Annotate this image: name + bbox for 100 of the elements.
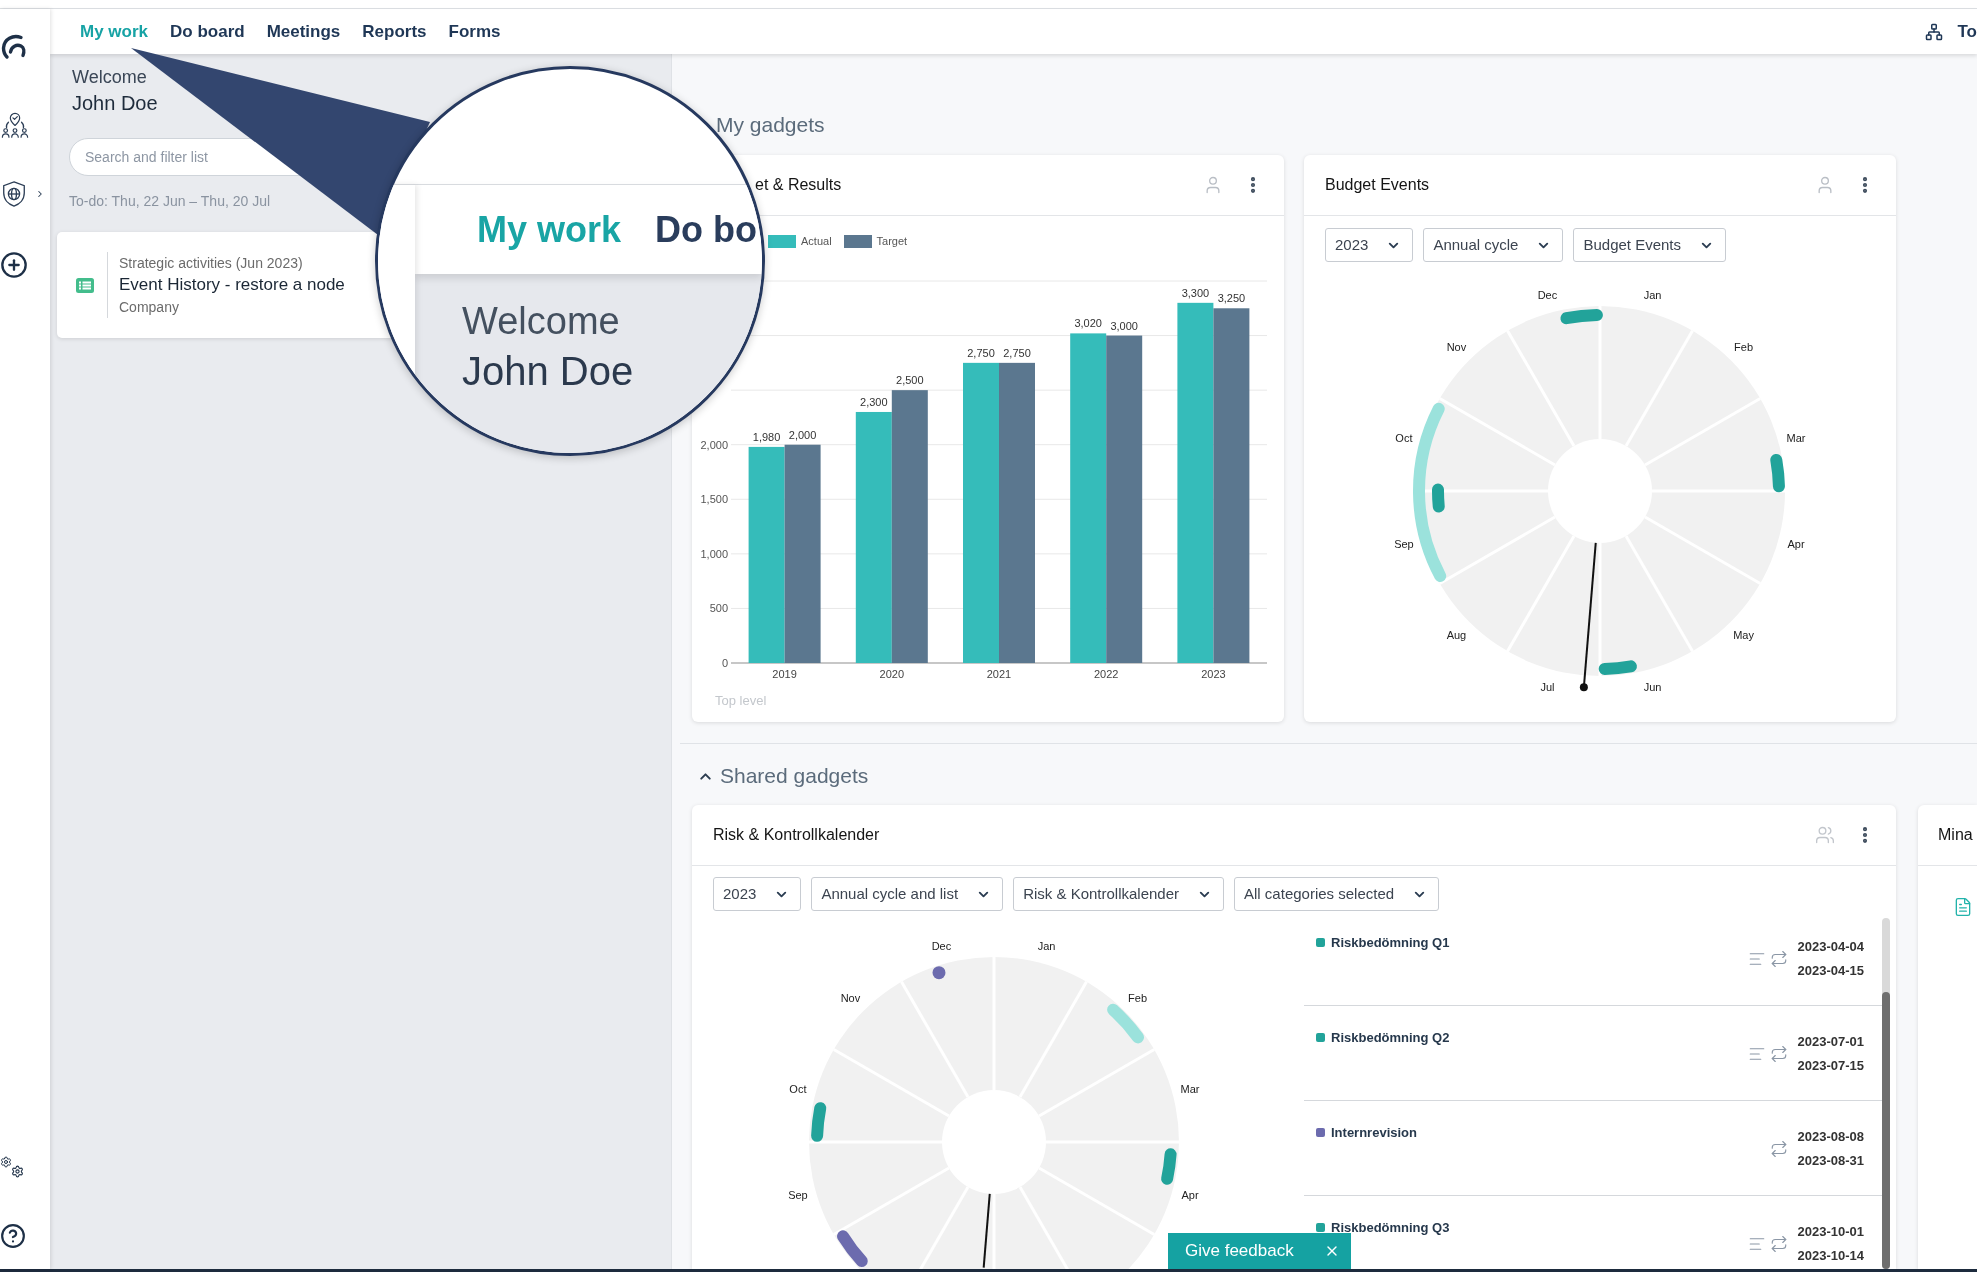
- end-date: 2023-04-15: [1797, 962, 1864, 980]
- month-label: Jan: [1037, 939, 1056, 952]
- people-check-icon[interactable]: [0, 111, 30, 139]
- gadget-title: et & Results: [755, 175, 842, 195]
- org-chart-icon[interactable]: [1925, 22, 1944, 41]
- description-icon: [1747, 1235, 1766, 1253]
- nav-tab[interactable]: Forms: [448, 18, 501, 45]
- section-toggle[interactable]: Shared gadgets: [697, 764, 869, 788]
- nav-tab[interactable]: Meetings: [266, 18, 341, 45]
- end-date: 2023-07-15: [1797, 1057, 1864, 1075]
- event-row[interactable]: Riskbedömning Q3 2023-10-01 2023-10-14: [1304, 1196, 1882, 1269]
- shield-globe-icon[interactable]: [0, 180, 28, 208]
- footer-label: Top level: [715, 693, 767, 709]
- event-title[interactable]: Internrevision: [1331, 1125, 1417, 1140]
- axis-label: 2019: [772, 668, 797, 680]
- axis-tick-label: 2,000: [700, 438, 728, 451]
- axis-label: 2023: [1201, 668, 1226, 680]
- end-date: 2023-08-31: [1797, 1152, 1864, 1170]
- data-label: 3,000: [1110, 319, 1138, 332]
- legend-label: Target: [876, 233, 908, 249]
- month-label: Mar: [1786, 432, 1806, 445]
- scrollbar-thumb[interactable]: [1882, 992, 1890, 1269]
- data-label: 3,020: [1074, 317, 1102, 330]
- event-dot[interactable]: [932, 966, 946, 980]
- repeat-icon: [1769, 950, 1788, 968]
- welcome-text: Welcome: [72, 66, 147, 88]
- month-label: Feb: [1734, 341, 1754, 354]
- month-label: May: [1733, 628, 1754, 641]
- document-icon[interactable]: [1953, 897, 1973, 917]
- event-arc[interactable]: [1432, 483, 1445, 513]
- chevron-right-icon[interactable]: [35, 189, 45, 199]
- dropdown[interactable]: Annual cycle and list: [811, 877, 1004, 911]
- start-date: 2023-04-04: [1797, 938, 1864, 956]
- magnified-user-name: John Doe: [462, 348, 634, 394]
- start-date: 2023-10-01: [1797, 1223, 1864, 1241]
- gears-icon[interactable]: [0, 1156, 24, 1178]
- axis-tick-label: 500: [709, 602, 728, 615]
- data-label: 2,500: [896, 374, 924, 387]
- event-title[interactable]: Riskbedömning Q3: [1331, 1220, 1450, 1235]
- dropdown[interactable]: 2023: [713, 877, 802, 911]
- help-icon[interactable]: [0, 1223, 26, 1249]
- dropdown[interactable]: 2023: [1325, 228, 1414, 262]
- legend-label: Actual: [801, 233, 832, 249]
- axis-label: 2020: [879, 668, 905, 680]
- month-label: Nov: [840, 992, 861, 1005]
- dropdown[interactable]: Risk & Kontrollkalender: [1013, 877, 1225, 911]
- month-label: Oct: [789, 1083, 807, 1096]
- task-owner: Company: [119, 298, 180, 317]
- description-icon: [1747, 950, 1766, 968]
- event-row[interactable]: Riskbedömning Q1 2023-04-04 2023-04-15: [1304, 918, 1882, 1006]
- user-name: John Doe: [72, 91, 158, 115]
- gadget-title: Mina: [1938, 825, 1973, 845]
- todo-range: To-do: Thu, 22 Jun – Thu, 20 Jul: [69, 193, 271, 210]
- scrollbar[interactable]: [1882, 918, 1890, 1269]
- month-label: Nov: [1446, 341, 1467, 354]
- axis-label: 2022: [1093, 668, 1119, 680]
- plus-circle-icon[interactable]: [0, 251, 28, 279]
- event-arc[interactable]: [837, 1230, 868, 1268]
- month-label: Apr: [1787, 537, 1805, 550]
- gadget-title: Risk & Kontrollkalender: [713, 825, 880, 845]
- event-arc[interactable]: [1161, 1148, 1177, 1185]
- month-label: Jan: [1643, 288, 1662, 301]
- month-label: Mar: [1180, 1083, 1200, 1096]
- event-title[interactable]: Riskbedömning Q2: [1331, 1030, 1450, 1045]
- nav-tab[interactable]: Reports: [362, 18, 427, 45]
- month-label: Jun: [1643, 681, 1662, 694]
- app-logo[interactable]: [0, 33, 28, 61]
- dropdown[interactable]: All categories selected: [1234, 877, 1440, 911]
- event-arc[interactable]: [1560, 309, 1603, 325]
- dropdown[interactable]: Annual cycle: [1423, 228, 1564, 262]
- repeat-icon: [1769, 1140, 1788, 1158]
- start-date: 2023-07-01: [1797, 1033, 1864, 1051]
- month-label: Sep: [1394, 537, 1414, 550]
- data-label: 3,300: [1181, 286, 1210, 299]
- data-label: 2,000: [788, 428, 817, 441]
- event-title[interactable]: Riskbedömning Q1: [1331, 935, 1450, 950]
- month-label: Dec: [1537, 288, 1558, 301]
- data-label: 1,980: [752, 430, 781, 443]
- event-arc[interactable]: [1598, 660, 1637, 675]
- data-label: 3,250: [1217, 292, 1246, 305]
- gadget-title: Budget Events: [1325, 175, 1430, 195]
- axis-tick-label: 1,000: [700, 547, 728, 560]
- month-label: Oct: [1395, 432, 1413, 445]
- axis-tick-label: 0: [721, 657, 728, 669]
- month-label: Apr: [1181, 1188, 1199, 1201]
- task-category: Strategic activities (Jun 2023): [119, 254, 304, 273]
- month-label: Aug: [1446, 628, 1467, 641]
- nav-link[interactable]: To: [1957, 18, 1977, 45]
- nav-tab[interactable]: Do board: [170, 18, 245, 45]
- data-label: 2,750: [1003, 346, 1031, 359]
- month-label: Dec: [931, 939, 952, 952]
- data-label: 2,750: [967, 346, 995, 359]
- dropdown[interactable]: Budget Events: [1573, 228, 1726, 262]
- axis-tick-label: 1,500: [700, 493, 728, 506]
- axis-label: 2021: [986, 668, 1012, 680]
- description-icon: [1747, 1045, 1766, 1063]
- month-label: Jul: [1540, 681, 1555, 694]
- repeat-icon: [1769, 1045, 1788, 1063]
- event-arc[interactable]: [1770, 453, 1785, 493]
- event-arc[interactable]: [811, 1102, 827, 1142]
